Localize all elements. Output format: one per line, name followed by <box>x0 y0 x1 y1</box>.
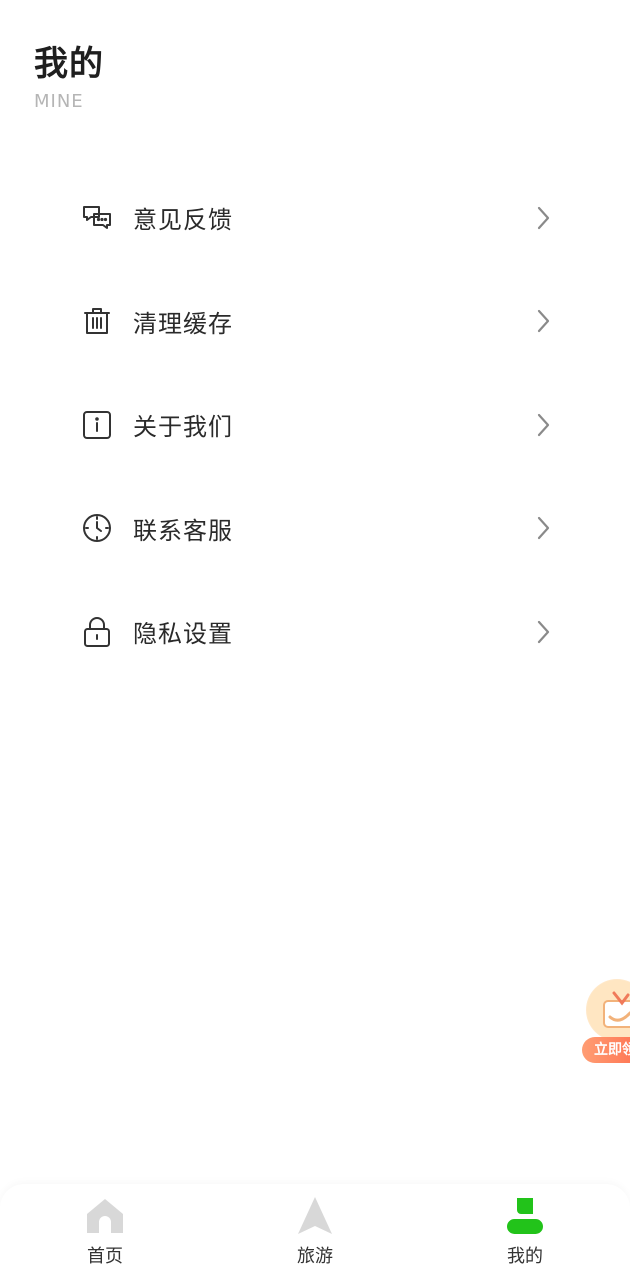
page-title: 我的 <box>34 44 104 84</box>
lock-icon <box>80 615 114 649</box>
tab-label: 我的 <box>507 1246 543 1267</box>
chevron-right-icon <box>534 205 552 231</box>
menu-item-privacy-settings[interactable]: 隐私设置 <box>80 580 560 684</box>
navigation-arrow-icon <box>293 1194 337 1238</box>
menu-item-label: 联系客服 <box>133 516 233 545</box>
tab-label: 旅游 <box>297 1246 333 1267</box>
chevron-right-icon <box>534 412 552 438</box>
promo-badge: 立即领 <box>582 1037 630 1063</box>
page-header: 我的 MINE <box>34 42 104 114</box>
menu-item-label: 关于我们 <box>133 413 233 442</box>
menu-item-label: 意见反馈 <box>133 206 233 235</box>
menu-item-label: 隐私设置 <box>133 620 233 649</box>
settings-menu: 意见反馈 清理缓存 关于我们 联系客服 隐私设置 <box>80 166 560 684</box>
chevron-right-icon <box>534 619 552 645</box>
tab-label: 首页 <box>87 1246 123 1267</box>
chevron-right-icon <box>534 308 552 334</box>
tab-travel[interactable]: 旅游 <box>255 1194 375 1274</box>
tab-mine[interactable]: 我的 <box>465 1194 585 1274</box>
chat-bubbles-icon <box>80 201 114 235</box>
info-icon <box>80 408 114 442</box>
floating-promo-widget[interactable]: 立即领 <box>582 975 630 1069</box>
chevron-right-icon <box>534 515 552 541</box>
mine-page: 我的 MINE 意见反馈 清理缓存 关于我们 联系客服 隐私设置 立即领 首页 … <box>0 0 630 1280</box>
menu-item-customer-service[interactable]: 联系客服 <box>80 477 560 581</box>
bottom-tab-bar: 首页 旅游 我的 <box>0 1184 630 1280</box>
menu-item-feedback[interactable]: 意见反馈 <box>80 166 560 270</box>
clock-icon <box>80 511 114 545</box>
menu-item-clear-cache[interactable]: 清理缓存 <box>80 270 560 374</box>
tab-home[interactable]: 首页 <box>45 1194 165 1274</box>
promo-gift-icon <box>586 979 630 1041</box>
trash-icon <box>80 304 114 338</box>
page-subtitle: MINE <box>34 91 84 112</box>
menu-item-label: 清理缓存 <box>133 309 233 338</box>
home-icon <box>83 1194 127 1238</box>
user-icon <box>503 1194 547 1238</box>
menu-item-about-us[interactable]: 关于我们 <box>80 373 560 477</box>
